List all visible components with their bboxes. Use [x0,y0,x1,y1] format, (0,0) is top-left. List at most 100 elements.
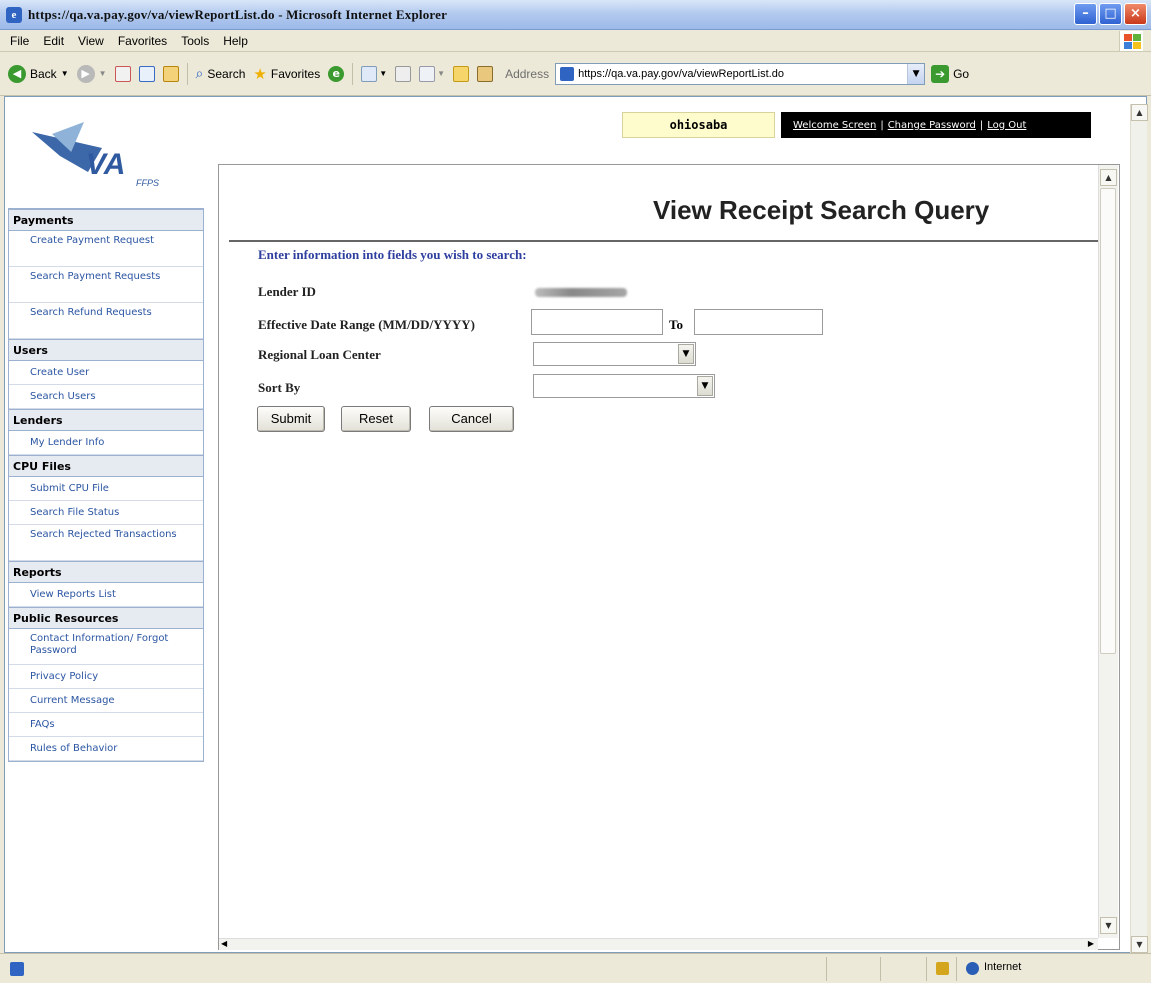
status-divider [926,957,927,981]
menu-edit[interactable]: Edit [43,34,64,48]
toolbar-divider [186,62,188,85]
nav-item-current-message[interactable]: Current Message [9,689,203,713]
globe-icon [966,962,979,975]
nav-heading-reports: Reports [9,561,203,583]
lender-id-value [535,288,627,297]
submit-button[interactable]: Submit [257,406,325,432]
stop-icon [114,65,131,82]
status-divider [956,957,957,981]
windows-flag-icon [1119,31,1143,51]
address-dropdown-icon[interactable]: ▼ [907,63,925,84]
chevron-down-icon[interactable]: ▼ [697,376,713,396]
refresh-button[interactable] [138,65,155,82]
reset-button[interactable]: Reset [341,406,411,432]
back-dropdown-icon: ▼ [60,69,69,78]
menu-bar: File Edit View Favorites Tools Help [0,30,1151,52]
toolbar-divider [352,62,354,85]
va-ffps-logo: VA FFPS [18,110,188,200]
nav-item-my-lender-info[interactable]: My Lender Info [9,431,203,455]
back-button[interactable]: ◀ Back ▼ [8,64,69,83]
mail-icon [361,65,378,82]
media-button[interactable]: e [328,65,345,82]
cancel-button[interactable]: Cancel [429,406,514,432]
back-arrow-icon: ◀ [8,64,26,83]
status-divider [826,957,827,981]
nav-item-submit-cpu-file[interactable]: Submit CPU File [9,477,203,501]
window-title: https://qa.va.pay.gov/va/viewReportList.… [28,6,448,22]
nav-item-contact-information[interactable]: Contact Information/ Forgot Password [9,629,203,665]
nav-item-faqs[interactable]: FAQs [9,713,203,737]
date-to-input[interactable] [694,309,823,335]
log-out-link[interactable]: Log Out [987,120,1026,131]
home-button[interactable] [162,65,179,82]
welcome-screen-link[interactable]: Welcome Screen [793,120,876,131]
mail-dropdown-icon: ▼ [379,69,388,78]
maximize-button[interactable]: □ [1099,3,1122,25]
regional-loan-center-label: Regional Loan Center [258,347,381,362]
top-links-bar: Welcome Screen | Change Password | Log O… [781,112,1091,138]
nav-item-search-users[interactable]: Search Users [9,385,203,409]
nav-item-search-payment-requests[interactable]: Search Payment Requests [9,267,203,303]
nav-item-search-refund-requests[interactable]: Search Refund Requests [9,303,203,339]
stop-button[interactable] [114,65,131,82]
page-icon [560,66,575,81]
menu-help[interactable]: Help [223,34,248,48]
change-password-link[interactable]: Change Password [888,120,976,131]
media-icon: e [328,65,345,82]
title-divider [229,240,1098,242]
address-bar[interactable]: https://qa.va.pay.gov/va/viewReportList.… [555,62,926,85]
nav-heading-payments: Payments [9,209,203,231]
edit-button[interactable]: ▼ [419,65,446,82]
print-button[interactable] [395,65,412,82]
frame-scroll-down-icon[interactable]: ▼ [1100,917,1117,934]
search-button[interactable]: ⌕ Search [196,65,246,82]
nav-item-create-payment-request[interactable]: Create Payment Request [9,231,203,267]
nav-item-search-file-status[interactable]: Search File Status [9,501,203,525]
mail-button[interactable]: ▼ [361,65,388,82]
go-button[interactable]: ➔ Go [931,64,969,83]
forward-dropdown-icon: ▼ [98,69,107,78]
window-controls: – □ × [1074,3,1147,25]
regional-loan-center-select[interactable]: ▼ [533,342,696,366]
ie-icon: e [6,6,22,23]
close-button[interactable]: × [1124,3,1147,25]
nav-item-rules-of-behavior[interactable]: Rules of Behavior [9,737,203,761]
edit-dropdown-icon: ▼ [437,69,446,78]
frame-scroll-up-icon[interactable]: ▲ [1100,169,1117,186]
nav-heading-cpu-files: CPU Files [9,455,203,477]
nav-item-view-reports-list[interactable]: View Reports List [9,583,203,607]
menu-favorites[interactable]: Favorites [118,34,167,48]
folder-button[interactable] [453,65,470,82]
star-icon: ★ [253,65,267,83]
research-button[interactable] [477,65,494,82]
refresh-icon [138,65,155,82]
menu-tools[interactable]: Tools [181,34,209,48]
date-from-input[interactable] [531,309,663,335]
scroll-up-icon[interactable]: ▲ [1131,104,1148,121]
menu-view[interactable]: View [78,34,104,48]
sort-by-select[interactable]: ▼ [533,374,715,398]
frame-horizontal-scrollbar[interactable]: ◀ ▶ [219,938,1098,950]
go-arrow-icon: ➔ [931,64,950,83]
nav-item-search-rejected-transactions[interactable]: Search Rejected Transactions [9,525,203,561]
forward-button[interactable]: ▶ ▼ [76,64,107,83]
minimize-button[interactable]: – [1074,3,1097,25]
frame-scroll-left-icon[interactable]: ◀ [221,939,227,948]
scroll-down-icon[interactable]: ▼ [1131,936,1148,953]
home-icon [162,65,179,82]
lender-id-label: Lender ID [258,284,316,299]
page-vertical-scrollbar[interactable]: ▲ ▼ [1130,104,1148,953]
nav-item-create-user[interactable]: Create User [9,361,203,385]
edit-icon [419,65,436,82]
nav-menu: Payments Create Payment Request Search P… [8,208,204,762]
frame-scroll-right-icon[interactable]: ▶ [1088,939,1094,948]
date-range-label: Effective Date Range (MM/DD/YYYY) [258,317,475,332]
menu-file[interactable]: File [10,34,29,48]
favorites-button[interactable]: ★ Favorites [253,65,320,83]
chevron-down-icon[interactable]: ▼ [678,344,694,364]
frame-scroll-thumb[interactable] [1100,188,1116,654]
page-title: View Receipt Search Query [653,195,990,225]
forward-arrow-icon: ▶ [76,64,95,83]
page-status-icon [10,962,24,976]
nav-item-privacy-policy[interactable]: Privacy Policy [9,665,203,689]
